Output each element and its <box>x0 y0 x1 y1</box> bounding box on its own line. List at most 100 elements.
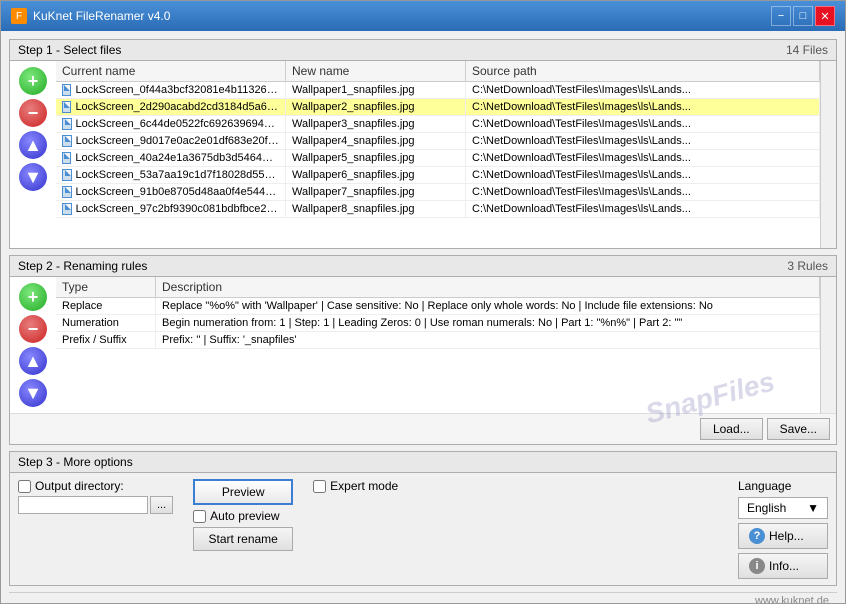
auto-preview-checkbox[interactable] <box>193 510 206 523</box>
remove-file-button[interactable]: − <box>19 99 47 127</box>
rule-row[interactable]: Replace Replace "%o%" with 'Wallpaper' |… <box>56 298 820 315</box>
td-current: LockScreen_91b0e8705d48aa0f4e544c08... <box>56 184 286 200</box>
table-row[interactable]: LockScreen_91b0e8705d48aa0f4e544c08... W… <box>56 184 820 201</box>
output-dir-group: Output directory: ... <box>18 479 173 514</box>
td-new: Wallpaper3_snapfiles.jpg <box>286 116 466 132</box>
file-icon <box>62 203 72 215</box>
info-button[interactable]: i Info... <box>738 553 828 579</box>
td-path: C:\NetDownload\TestFiles\Images\ls\Lands… <box>466 167 820 183</box>
rules-table-body[interactable]: Replace Replace "%o%" with 'Wallpaper' |… <box>56 298 820 413</box>
language-group: Language English ▼ ? Help... i Info... <box>738 479 828 579</box>
td-new: Wallpaper4_snapfiles.jpg <box>286 133 466 149</box>
step2-count: 3 Rules <box>787 259 828 273</box>
preview-button[interactable]: Preview <box>193 479 293 505</box>
td-path: C:\NetDownload\TestFiles\Images\ls\Lands… <box>466 82 820 98</box>
td-new: Wallpaper8_snapfiles.jpg <box>286 201 466 217</box>
td-new: Wallpaper1_snapfiles.jpg <box>286 82 466 98</box>
help-button[interactable]: ? Help... <box>738 523 828 549</box>
col-current-name: Current name <box>56 61 286 81</box>
load-button[interactable]: Load... <box>700 418 763 440</box>
table-row[interactable]: LockScreen_2d290acabd2cd3184d5a6a31... W… <box>56 99 820 116</box>
expert-mode-group: Expert mode <box>313 479 398 493</box>
minimize-button[interactable]: − <box>771 6 791 26</box>
step2-action-buttons: + − ▲ ▼ <box>10 277 56 413</box>
step3-title: Step 3 - More options <box>18 455 133 469</box>
td-rule-desc: Prefix: '' | Suffix: '_snapfiles' <box>156 332 820 348</box>
files-table: Current name New name Source path LockSc… <box>56 61 820 248</box>
language-selector[interactable]: English ▼ <box>738 497 828 519</box>
rule-row[interactable]: Numeration Begin numeration from: 1 | St… <box>56 315 820 332</box>
language-label: Language <box>738 479 828 493</box>
window-controls: − □ ✕ <box>771 6 835 26</box>
remove-rule-button[interactable]: − <box>19 315 47 343</box>
add-file-button[interactable]: + <box>19 67 47 95</box>
table-row[interactable]: LockScreen_0f44a3bcf32081e4b11326045... … <box>56 82 820 99</box>
table-row[interactable]: LockScreen_6c44de0522fc692639694938... W… <box>56 116 820 133</box>
close-button[interactable]: ✕ <box>815 6 835 26</box>
td-current: LockScreen_9d017e0ac2e01df683e20fbe... <box>56 133 286 149</box>
output-dir-checkbox[interactable] <box>18 480 31 493</box>
move-rule-up-button[interactable]: ▲ <box>19 347 47 375</box>
td-path: C:\NetDownload\TestFiles\Images\ls\Lands… <box>466 201 820 217</box>
td-path: C:\NetDownload\TestFiles\Images\ls\Lands… <box>466 150 820 166</box>
move-up-button[interactable]: ▲ <box>19 131 47 159</box>
preview-group: Preview Auto preview Start rename <box>193 479 293 551</box>
td-path: C:\NetDownload\TestFiles\Images\ls\Lands… <box>466 184 820 200</box>
files-table-body[interactable]: LockScreen_0f44a3bcf32081e4b11326045... … <box>56 82 820 248</box>
start-rename-button[interactable]: Start rename <box>193 527 293 551</box>
add-rule-button[interactable]: + <box>19 283 47 311</box>
help-label: Help... <box>769 529 804 543</box>
rules-scrollbar[interactable] <box>820 277 836 413</box>
file-icon <box>62 169 72 181</box>
td-new: Wallpaper6_snapfiles.jpg <box>286 167 466 183</box>
td-current: LockScreen_0f44a3bcf32081e4b11326045... <box>56 82 286 98</box>
td-path: C:\NetDownload\TestFiles\Images\ls\Lands… <box>466 116 820 132</box>
step1-action-buttons: + − ▲ ▼ <box>10 61 56 248</box>
col-rule-type: Type <box>56 277 156 297</box>
files-table-header: Current name New name Source path <box>56 61 820 82</box>
language-dropdown-icon: ▼ <box>807 501 819 515</box>
save-button[interactable]: Save... <box>767 418 830 440</box>
auto-preview-label: Auto preview <box>210 509 279 523</box>
step1-header: Step 1 - Select files 14 Files <box>10 40 836 61</box>
rule-row[interactable]: Prefix / Suffix Prefix: '' | Suffix: '_s… <box>56 332 820 349</box>
table-row[interactable]: LockScreen_53a7aa19c1d7f18028d5596c... W… <box>56 167 820 184</box>
col-source-path: Source path <box>466 61 820 81</box>
output-dir-label-row: Output directory: <box>18 479 173 493</box>
td-new: Wallpaper5_snapfiles.jpg <box>286 150 466 166</box>
td-rule-type: Numeration <box>56 315 156 331</box>
main-content: Step 1 - Select files 14 Files + − ▲ ▼ C… <box>1 31 845 603</box>
browse-button[interactable]: ... <box>150 496 173 514</box>
language-value: English <box>747 501 786 515</box>
help-icon: ? <box>749 528 765 544</box>
td-rule-desc: Begin numeration from: 1 | Step: 1 | Lea… <box>156 315 820 331</box>
files-scrollbar[interactable] <box>820 61 836 248</box>
rules-table-header: Type Description <box>56 277 820 298</box>
file-icon <box>62 152 71 164</box>
move-down-button[interactable]: ▼ <box>19 163 47 191</box>
td-rule-desc: Replace "%o%" with 'Wallpaper' | Case se… <box>156 298 820 314</box>
td-current: LockScreen_53a7aa19c1d7f18028d5596c... <box>56 167 286 183</box>
table-row[interactable]: LockScreen_9d017e0ac2e01df683e20fbe... W… <box>56 133 820 150</box>
move-rule-down-button[interactable]: ▼ <box>19 379 47 407</box>
td-path: C:\NetDownload\TestFiles\Images\ls\Lands… <box>466 99 820 115</box>
table-row[interactable]: LockScreen_97c2bf9390c081bdbfbce267... W… <box>56 201 820 218</box>
file-icon <box>62 84 71 96</box>
auto-preview-row: Auto preview <box>193 509 279 523</box>
step2-body: + − ▲ ▼ Type Description Replace Replace… <box>10 277 836 413</box>
maximize-button[interactable]: □ <box>793 6 813 26</box>
step1-body: + − ▲ ▼ Current name New name Source pat… <box>10 61 836 248</box>
footer: www.kuknet.de <box>9 592 837 603</box>
output-dir-input-row: ... <box>18 496 173 514</box>
table-row[interactable]: LockScreen_40a24e1a3675db3d5464e628... W… <box>56 150 820 167</box>
step1-count: 14 Files <box>786 43 828 57</box>
td-current: LockScreen_2d290acabd2cd3184d5a6a31... <box>56 99 286 115</box>
file-icon <box>62 135 72 147</box>
output-dir-input[interactable] <box>18 496 148 514</box>
td-current: LockScreen_40a24e1a3675db3d5464e628... <box>56 150 286 166</box>
expert-mode-checkbox[interactable] <box>313 480 326 493</box>
rules-table: Type Description Replace Replace "%o%" w… <box>56 277 820 413</box>
step1-title: Step 1 - Select files <box>18 43 121 57</box>
footer-url: www.kuknet.de <box>755 595 829 603</box>
col-rule-description: Description <box>156 277 820 297</box>
